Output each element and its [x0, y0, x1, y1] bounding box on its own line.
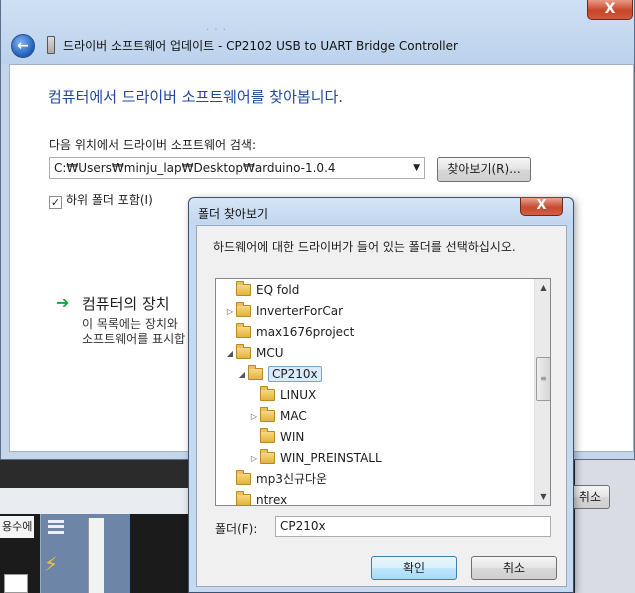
folder-icon — [236, 491, 251, 505]
tree-item[interactable]: mp3신규다운 — [224, 469, 327, 490]
background-app: 용수에 — [0, 488, 190, 593]
tree-item[interactable]: LINUX — [248, 385, 316, 406]
window-titlebar: X · · · ← 드라이버 소프트웨어 업데이트 - CP2102 USB t… — [1, 0, 634, 64]
back-button[interactable]: ← — [11, 34, 35, 58]
tree-item-label: ntrex — [256, 493, 288, 506]
tree-item[interactable]: WIN — [248, 427, 304, 448]
pick-from-list-link[interactable]: 컴퓨터의 장치 — [82, 293, 170, 314]
tree-item[interactable]: ◢ CP210x — [236, 364, 322, 385]
browse-button[interactable]: 찾아보기(R)... — [437, 157, 531, 182]
tree-item-label: WIN_PREINSTALL — [280, 451, 382, 465]
dialog-titlebar: 폴더 찾아보기 X — [189, 198, 573, 224]
document-icon — [4, 574, 28, 593]
background-tabs: · · · — [206, 25, 227, 36]
tree-item-label: MCU — [256, 346, 284, 360]
dialog-title: 폴더 찾아보기 — [198, 207, 269, 221]
folder-icon — [260, 407, 275, 422]
folder-icon — [236, 281, 251, 296]
cancel-button[interactable]: 취소 — [471, 556, 557, 580]
include-subfolders-label: 하위 폴더 포함(I) — [66, 193, 153, 207]
tree-item-label: MAC — [280, 409, 307, 423]
include-subfolders-checkbox[interactable]: ✓ 하위 폴더 포함(I) — [49, 191, 153, 209]
folder-icon — [260, 386, 275, 401]
green-arrow-icon: ➔ — [56, 293, 70, 312]
browse-folder-dialog: 폴더 찾아보기 X 하드웨어에 대한 드라이버가 들어 있는 폴더를 선택하십시… — [188, 197, 574, 593]
folder-icon — [260, 449, 275, 464]
dialog-close-button[interactable]: X — [520, 198, 563, 216]
scroll-up-icon[interactable]: ▲ — [535, 279, 550, 296]
expander-icon[interactable]: ▷ — [248, 448, 260, 469]
folder-icon — [236, 470, 251, 485]
back-arrow-icon: ← — [17, 38, 29, 54]
tree-item[interactable]: ◢ MCU — [224, 343, 284, 364]
close-button[interactable]: X — [587, 0, 633, 20]
folder-icon — [236, 344, 251, 359]
tree-item-label: max1676project — [256, 325, 355, 339]
folder-tree[interactable]: EQ fold ▷ InverterForCar max1676project ◢ MCU… — [215, 278, 551, 506]
search-location-label: 다음 위치에서 드라이버 소프트웨어 검색: — [49, 138, 256, 152]
menu-icon — [48, 520, 64, 534]
folder-icon — [260, 428, 275, 443]
tree-item[interactable]: ntrex — [224, 490, 288, 506]
tree-item[interactable]: max1676project — [224, 322, 354, 343]
expander-icon[interactable]: ▷ — [248, 406, 260, 427]
tree-item[interactable]: ▷ MAC — [248, 406, 307, 427]
scroll-thumb[interactable]: ≡ — [536, 357, 550, 401]
path-value: C:₩Users₩minju_lap₩Desktop₩arduino-1.0.4 — [54, 161, 336, 175]
tree-item[interactable]: ▷ InverterForCar — [224, 301, 343, 322]
tree-item-label: CP210x — [268, 366, 322, 382]
tree-item-label: mp3신규다운 — [256, 472, 328, 486]
option-description-line2: 소프트웨어를 표시합 — [82, 332, 186, 346]
tree-scrollbar[interactable]: ▲ ≡ ▼ — [534, 279, 550, 505]
expander-icon[interactable]: ◢ — [224, 343, 236, 364]
tree-item[interactable]: EQ fold — [224, 280, 299, 301]
lightning-icon: ⚡ — [44, 552, 59, 576]
tree-item-label: InverterForCar — [256, 304, 343, 318]
folder-input[interactable]: CP210x — [275, 516, 551, 537]
folder-icon — [236, 302, 251, 317]
window-title: 드라이버 소프트웨어 업데이트 - CP2102 USB to UART Bri… — [63, 39, 458, 53]
background-tab: 용수에 — [0, 516, 34, 538]
chevron-down-icon[interactable]: ▼ — [413, 158, 420, 178]
dialog-instruction: 하드웨어에 대한 드라이버가 들어 있는 폴더를 선택하십시오. — [213, 240, 516, 254]
usb-device-icon — [47, 36, 55, 54]
expander-icon[interactable]: ▷ — [224, 301, 236, 322]
dialog-body: 하드웨어에 대한 드라이버가 들어 있는 폴더를 선택하십시오. EQ fold… — [196, 225, 567, 587]
path-combobox[interactable]: C:₩Users₩minju_lap₩Desktop₩arduino-1.0.4… — [49, 157, 425, 179]
tree-item-label: WIN — [280, 430, 305, 444]
background-right — [575, 460, 635, 593]
tree-item-label: LINUX — [280, 388, 317, 402]
tree-item-label: EQ fold — [256, 283, 300, 297]
folder-label: 폴더(F): — [215, 522, 258, 536]
tree-item[interactable]: ▷ WIN_PREINSTALL — [248, 448, 382, 469]
page-title: 컴퓨터에서 드라이버 소프트웨어를 찾아봅니다. — [48, 88, 344, 106]
folder-icon — [248, 365, 263, 380]
expander-icon[interactable]: ◢ — [236, 364, 248, 385]
scroll-down-icon[interactable]: ▼ — [535, 488, 550, 505]
ok-button[interactable]: 확인 — [371, 556, 457, 580]
ruler — [88, 518, 104, 593]
folder-icon — [236, 323, 251, 338]
checkmark-icon[interactable]: ✓ — [49, 196, 62, 209]
